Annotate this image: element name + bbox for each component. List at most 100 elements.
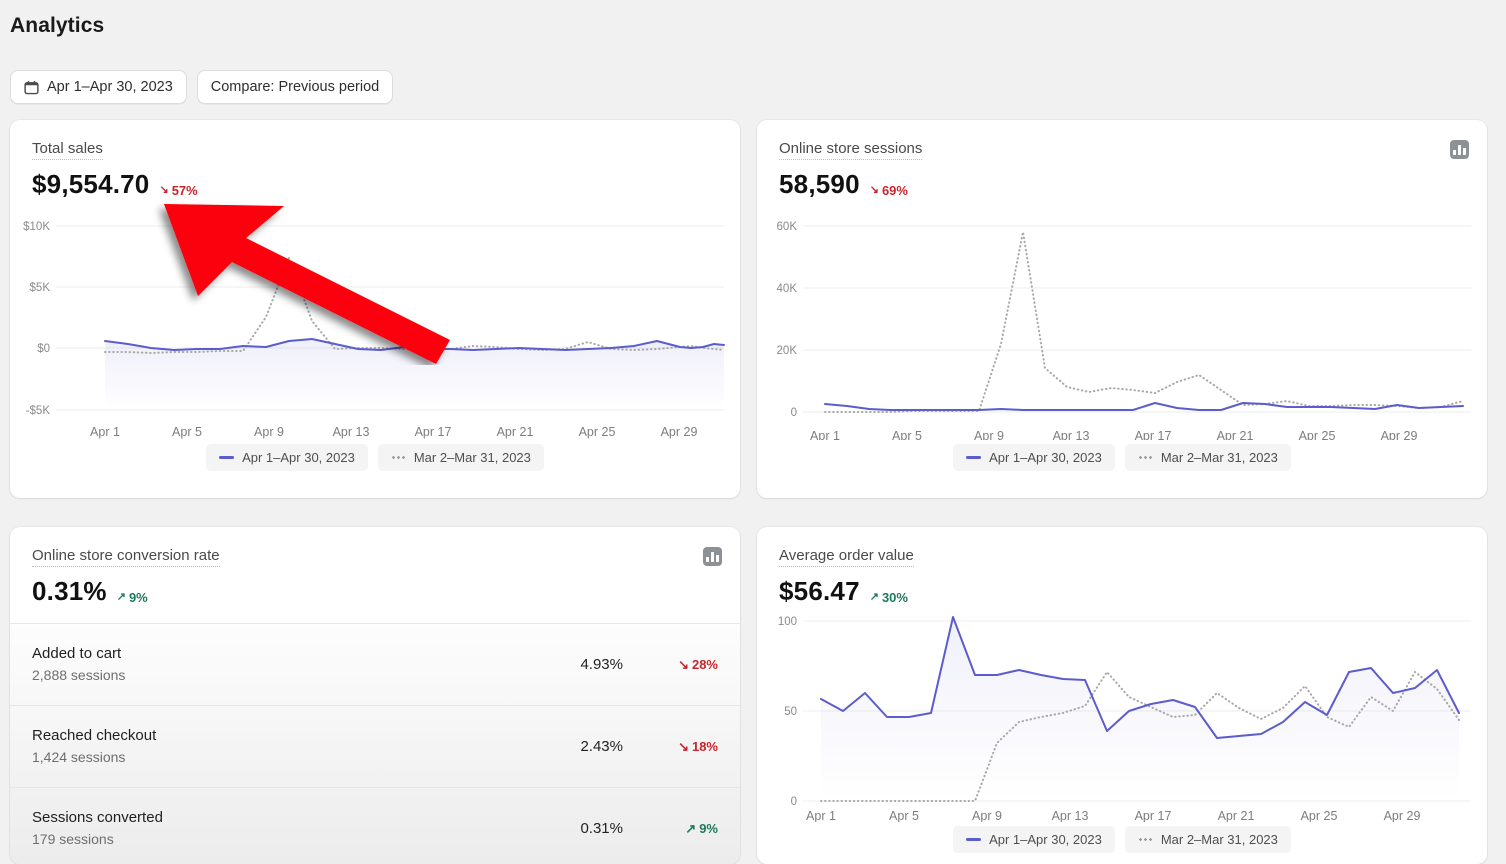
card-online-store-conversion-rate[interactable]: Online store conversion rate 0.31% ↗ 9% … xyxy=(10,527,740,864)
compare-period-button[interactable]: Compare: Previous period xyxy=(196,70,394,104)
trend-down-icon: ↘ xyxy=(869,184,879,197)
legend-item-current[interactable]: Apr 1–Apr 30, 2023 xyxy=(206,444,368,472)
metric-delta: ↗ 9% xyxy=(117,590,148,605)
card-header: Online store sessions 58,590 ↘ 69% xyxy=(757,120,1487,200)
analytics-page: Analytics Apr 1–Apr 30, 2023 Compare: Pr… xyxy=(0,0,1506,864)
legend-label-compare: Mar 2–Mar 31, 2023 xyxy=(413,450,531,466)
trend-up-icon: ↗ xyxy=(116,591,126,604)
svg-text:Apr 9: Apr 9 xyxy=(974,429,1004,440)
legend-item-compare[interactable]: Mar 2–Mar 31, 2023 xyxy=(1124,444,1291,472)
svg-text:Apr 21: Apr 21 xyxy=(1217,429,1254,440)
svg-text:-$5K: -$5K xyxy=(26,405,51,417)
series-group xyxy=(104,255,725,411)
card-title: Average order value xyxy=(779,547,914,568)
date-range-label: Apr 1–Apr 30, 2023 xyxy=(47,79,173,95)
card-title: Online store sessions xyxy=(779,140,923,161)
calendar-icon xyxy=(24,80,39,94)
metric-value: 58,590 xyxy=(779,169,860,200)
chart-legend: Apr 1–Apr 30, 2023 Mar 2–Mar 31, 2023 xyxy=(757,444,1487,472)
bar-chart-icon[interactable] xyxy=(1450,140,1469,159)
average-order-value-chart[interactable]: 100 50 0 Apr 1 Apr 5 Apr 9 Apr 13 Apr 17… xyxy=(757,607,1487,854)
svg-text:$0: $0 xyxy=(37,343,50,355)
svg-text:$10K: $10K xyxy=(23,221,50,233)
solid-line-swatch-icon xyxy=(966,456,982,460)
metric-row: 0.31% ↗ 9% xyxy=(32,576,718,607)
metric-row: 58,590 ↘ 69% xyxy=(779,169,1465,200)
table-row[interactable]: Sessions converted 179 sessions 0.31% ↗ … xyxy=(10,787,740,864)
card-online-store-sessions[interactable]: Online store sessions 58,590 ↘ 69% 60K 4… xyxy=(757,120,1487,498)
svg-text:$5K: $5K xyxy=(30,282,51,294)
svg-text:Apr 1: Apr 1 xyxy=(806,809,836,822)
svg-text:100: 100 xyxy=(778,616,797,628)
trend-up-icon: ↗ xyxy=(869,591,879,604)
filter-bar: Apr 1–Apr 30, 2023 Compare: Previous per… xyxy=(10,70,394,104)
bar-chart-icon[interactable] xyxy=(703,547,722,566)
legend-item-current[interactable]: Apr 1–Apr 30, 2023 xyxy=(953,826,1115,854)
svg-text:Apr 21: Apr 21 xyxy=(497,425,534,439)
card-title: Total sales xyxy=(32,140,103,161)
compare-period-label: Compare: Previous period xyxy=(210,79,380,95)
svg-text:Apr 13: Apr 13 xyxy=(333,425,370,439)
legend-item-current[interactable]: Apr 1–Apr 30, 2023 xyxy=(953,444,1115,472)
svg-text:Apr 21: Apr 21 xyxy=(1218,809,1255,822)
svg-text:Apr 9: Apr 9 xyxy=(972,809,1002,822)
svg-text:60K: 60K xyxy=(777,221,798,233)
date-range-picker[interactable]: Apr 1–Apr 30, 2023 xyxy=(10,70,187,104)
legend-label-compare: Mar 2–Mar 31, 2023 xyxy=(1160,832,1278,848)
delta-value: 57% xyxy=(171,183,198,199)
trend-down-icon: ↘ xyxy=(678,656,689,672)
x-axis: Apr 1 Apr 5 Apr 9 Apr 13 Apr 17 Apr 21 A… xyxy=(810,429,1417,440)
metric-delta: ↘ 69% xyxy=(870,183,908,198)
legend-item-compare[interactable]: Mar 2–Mar 31, 2023 xyxy=(1124,826,1291,854)
delta-value: 69% xyxy=(881,183,908,199)
svg-text:Apr 17: Apr 17 xyxy=(1135,429,1172,440)
metric-value: $9,554.70 xyxy=(32,169,150,200)
svg-text:Apr 13: Apr 13 xyxy=(1053,429,1090,440)
svg-text:Apr 5: Apr 5 xyxy=(892,429,922,440)
dotted-line-swatch-icon xyxy=(390,456,406,460)
chart-legend: Apr 1–Apr 30, 2023 Mar 2–Mar 31, 2023 xyxy=(757,826,1487,854)
row-rate: 4.93% xyxy=(580,656,623,673)
card-header: Online store conversion rate 0.31% ↗ 9% xyxy=(10,527,740,607)
svg-text:20K: 20K xyxy=(777,345,798,357)
compare-series-line xyxy=(104,255,725,355)
svg-text:Apr 5: Apr 5 xyxy=(889,809,919,822)
svg-text:Apr 25: Apr 25 xyxy=(579,425,616,439)
svg-text:Apr 17: Apr 17 xyxy=(1135,809,1172,822)
table-row[interactable]: Reached checkout 1,424 sessions 2.43% ↘ … xyxy=(10,705,740,787)
trend-down-icon: ↘ xyxy=(678,738,689,754)
total-sales-chart[interactable]: $10K $5K $0 -$5K Apr 1 Apr 5 Apr 9 Apr 1… xyxy=(10,200,740,472)
legend-item-compare[interactable]: Mar 2–Mar 31, 2023 xyxy=(377,444,544,472)
trend-up-icon: ↗ xyxy=(685,820,697,836)
svg-text:Apr 25: Apr 25 xyxy=(1299,429,1336,440)
row-label: Sessions converted 179 sessions xyxy=(32,807,473,849)
legend-label-current: Apr 1–Apr 30, 2023 xyxy=(989,832,1102,848)
svg-text:Apr 1: Apr 1 xyxy=(90,425,120,439)
row-label: Added to cart 2,888 sessions xyxy=(32,643,473,685)
row-delta-value: 18% xyxy=(691,739,718,754)
delta-value: 30% xyxy=(881,590,908,606)
legend-label-current: Apr 1–Apr 30, 2023 xyxy=(242,450,355,466)
row-rate: 0.31% xyxy=(580,820,623,837)
row-delta: ↘ 28% xyxy=(623,657,718,673)
chart-legend: Apr 1–Apr 30, 2023 Mar 2–Mar 31, 2023 xyxy=(10,444,740,472)
row-name: Reached checkout xyxy=(32,727,157,745)
row-delta-value: 9% xyxy=(699,821,718,836)
svg-text:40K: 40K xyxy=(777,283,798,295)
card-total-sales[interactable]: Total sales $9,554.70 ↘ 57% $10K $5K $0 … xyxy=(10,120,740,498)
table-row[interactable]: Added to cart 2,888 sessions 4.93% ↘ 28% xyxy=(10,623,740,705)
card-header: Total sales $9,554.70 ↘ 57% xyxy=(10,120,740,200)
legend-label-compare: Mar 2–Mar 31, 2023 xyxy=(1160,450,1278,466)
card-title: Online store conversion rate xyxy=(32,547,220,568)
row-label: Reached checkout 1,424 sessions xyxy=(32,725,473,767)
sessions-chart[interactable]: 60K 40K 20K 0 Apr 1 Apr 5 Apr 9 Apr 13 A… xyxy=(757,200,1487,472)
trend-down-icon: ↘ xyxy=(159,184,169,197)
svg-text:Apr 25: Apr 25 xyxy=(1301,809,1338,822)
metric-row: $56.47 ↗ 30% xyxy=(779,576,1465,607)
svg-text:0: 0 xyxy=(791,796,797,808)
conversion-funnel-list: Added to cart 2,888 sessions 4.93% ↘ 28%… xyxy=(10,623,740,864)
x-axis: Apr 1 Apr 5 Apr 9 Apr 13 Apr 17 Apr 21 A… xyxy=(806,809,1420,822)
x-axis: Apr 1 Apr 5 Apr 9 Apr 13 Apr 17 Apr 21 A… xyxy=(90,425,697,439)
card-average-order-value[interactable]: Average order value $56.47 ↗ 30% 100 50 … xyxy=(757,527,1487,864)
row-delta-value: 28% xyxy=(691,657,718,672)
